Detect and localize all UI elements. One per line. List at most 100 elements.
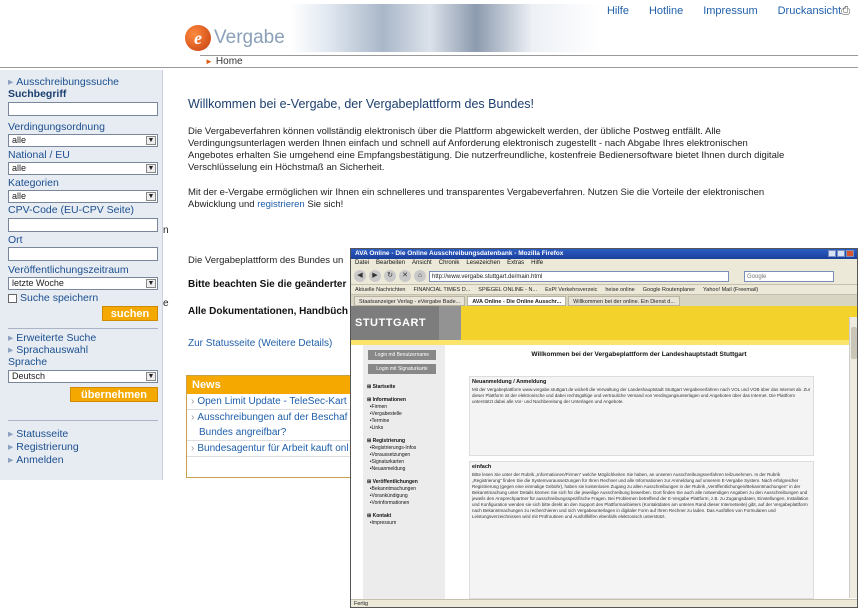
tab-staatsanzeiger[interactable]: Staatsanzeiger Verlag - eVergabe Bade... <box>354 296 466 306</box>
login-signaturkarte-button[interactable]: Login mit Signaturkarte <box>368 364 436 374</box>
link-hotline[interactable]: Hotline <box>649 5 683 18</box>
window-titlebar: AVA Online - Die Online Ausschreibungsda… <box>351 249 857 259</box>
stuttgart-nav-item[interactable]: •Vorankündigung <box>367 493 408 499</box>
stuttgart-nav-item[interactable]: •Registrierungs-Infos <box>367 445 417 451</box>
suche-speichern-checkbox[interactable]: Suche speichern <box>8 292 98 304</box>
national-select[interactable]: alle ▼ <box>8 162 158 175</box>
registrieren-link[interactable]: registrieren <box>257 199 305 210</box>
bookmark[interactable]: heise online <box>605 285 634 294</box>
statusseite-link[interactable]: Zur Statusseite (Weitere Details) <box>188 338 332 349</box>
ort-input[interactable] <box>8 247 158 261</box>
status-bar: Fertig <box>351 599 857 607</box>
menu-chronik[interactable]: Chronik <box>439 259 460 268</box>
stuttgart-nav-item[interactable]: ⊞ Informationen <box>367 397 406 403</box>
scrollbar-thumb[interactable] <box>851 327 857 359</box>
sidebar: ▸ Ausschreibungssuche Suchbegriff Verding… <box>0 70 163 480</box>
stuttgart-nav-item[interactable]: ⊞ Startseite <box>367 384 395 390</box>
breadcrumb: ► Home <box>200 55 858 67</box>
stuttgart-nav-item[interactable]: •Neuanmeldung <box>367 466 406 472</box>
triangle-right-icon: ► <box>205 57 213 66</box>
uebernehmen-button[interactable]: übernehmen <box>70 387 158 402</box>
docs-bold: Alle Dokumentationen, Handbüch <box>188 306 349 317</box>
suchen-button[interactable]: suchen <box>102 306 158 321</box>
breadcrumb-home[interactable]: ► Home <box>205 56 243 67</box>
cpv-input[interactable] <box>8 218 158 232</box>
evergabe-logo[interactable]: e Vergabe <box>185 25 285 51</box>
scrollbar[interactable] <box>849 317 857 598</box>
kategorien-select[interactable]: alle ▼ <box>8 190 158 203</box>
search-input[interactable]: Google <box>744 270 834 282</box>
zeitraum-select[interactable]: letzte Woche ▼ <box>8 277 158 290</box>
info-box-1: Neuanmeldung / Anmeldung Mit der Vergabe… <box>469 376 814 456</box>
stuttgart-nav-item[interactable]: •Signaturkarten <box>367 459 404 465</box>
close-icon[interactable] <box>846 250 854 257</box>
intro-paragraph-2: Mit der e-Vergabe ermöglichen wir Ihnen … <box>188 187 765 210</box>
suchbegriff-input[interactable] <box>8 102 158 116</box>
checkbox-icon[interactable] <box>8 293 17 303</box>
bookmark[interactable]: FINANCIAL TIMES D... <box>413 285 470 294</box>
menu-extras[interactable]: Extras <box>507 259 524 268</box>
bookmark[interactable]: SPIEGEL ONLINE - N... <box>478 285 537 294</box>
chevron-right-icon: › <box>191 412 195 423</box>
stuttgart-nav-item[interactable]: •Termine <box>367 418 390 424</box>
bullet-icon: ▸ <box>8 76 14 88</box>
stuttgart-nav-item[interactable]: •Voraussetzungen <box>367 452 410 458</box>
link-hilfe[interactable]: Hilfe <box>607 5 629 18</box>
menu-bearbeiten[interactable]: Bearbeiten <box>376 259 405 268</box>
chevron-down-icon: ▼ <box>146 192 156 201</box>
maximize-icon[interactable] <box>837 250 845 257</box>
home-icon[interactable]: ⌂ <box>414 270 426 282</box>
menu-hilfe[interactable]: Hilfe <box>531 259 543 268</box>
menu-lesezeichen[interactable]: Lesezeichen <box>466 259 500 268</box>
news-item[interactable]: › Open Limit Update - TeleSec-Kart <box>187 394 357 410</box>
notice-bold: Bitte beachten Sie die geänderter <box>188 279 347 290</box>
stuttgart-title: Willkommen bei der Vergabeplattform der … <box>531 351 747 358</box>
verdingung-select[interactable]: alle ▼ <box>8 134 158 147</box>
login-benutzername-button[interactable]: Login mit Benutzername <box>368 350 436 360</box>
chevron-down-icon: ▼ <box>146 279 156 288</box>
registrierung-link[interactable]: ▸ Registrierung <box>8 441 79 453</box>
bookmark[interactable]: Google Routenplaner <box>643 285 695 294</box>
erweiterte-suche-link[interactable]: ▸ Erweiterte Suche <box>8 332 96 344</box>
stop-icon[interactable]: ✕ <box>399 270 411 282</box>
bookmark[interactable]: ExPI Verkehrsverzeic <box>545 285 597 294</box>
verdingung-label: Verdingungsordnung <box>8 121 105 133</box>
link-druckansicht[interactable]: Druckansicht⎙ <box>778 5 850 18</box>
stuttgart-nav-item[interactable]: •Impressum <box>367 520 397 526</box>
stuttgart-nav-item[interactable]: ⊞ Registrierung <box>367 438 405 444</box>
minimize-icon[interactable] <box>828 250 836 257</box>
stuttgart-nav-item[interactable]: •Vorinformationen <box>367 500 410 506</box>
forward-icon[interactable]: ▶ <box>369 270 381 282</box>
menu-datei[interactable]: Datei <box>355 259 369 268</box>
statusseite-link[interactable]: ▸ Statusseite <box>8 428 68 440</box>
url-bar[interactable]: http://www.vergabe.stuttgart.de/main.htm… <box>429 270 729 282</box>
firefox-window: AVA Online - Die Online Ausschreibungsda… <box>350 248 858 608</box>
news-box: News › Open Limit Update - TeleSec-Kart ›… <box>186 375 358 478</box>
stuttgart-nav-item[interactable]: ⊞ Veröffentlichungen <box>367 479 418 485</box>
sprache-label: Sprache <box>8 356 48 368</box>
stuttgart-nav-item[interactable]: •Firmen <box>367 404 387 410</box>
bullet-icon: ▸ <box>8 441 14 453</box>
tab-ava-online[interactable]: AVA Online - Die Online Ausschr... <box>467 296 567 306</box>
tab-willkommen[interactable]: Willkommen bei der online. Ein Dienst d.… <box>568 296 680 306</box>
stuttgart-nav-item[interactable]: •Vergabestelle <box>367 411 402 417</box>
stuttgart-nav-item[interactable]: •Bekanntmachungen <box>367 486 416 492</box>
bookmark[interactable]: Aktuelle Nachrichten <box>355 285 405 294</box>
bookmark[interactable]: Yahoo! Mail (Freemail) <box>703 285 758 294</box>
anmelden-link[interactable]: ▸ Anmelden <box>8 454 64 466</box>
top-links: Hilfe Hotline Impressum Druckansicht⎙ <box>607 5 850 18</box>
news-item-continued[interactable]: Bundes angreifbar? <box>187 425 357 441</box>
sprache-select[interactable]: Deutsch ▼ <box>8 370 158 383</box>
stuttgart-logo[interactable]: STUTTGART <box>351 306 441 340</box>
stuttgart-nav-item[interactable]: •Links <box>367 425 383 431</box>
news-item[interactable]: › Bundesagentur für Arbeit kauft onl <box>187 441 357 457</box>
link-impressum[interactable]: Impressum <box>703 5 757 18</box>
stuttgart-nav-item[interactable]: ⊞ Kontakt <box>367 513 391 519</box>
reload-icon[interactable]: ↻ <box>384 270 396 282</box>
info-box-2-text: Bitte lesen Sie unter der Rubrik „Inform… <box>472 472 809 519</box>
back-icon[interactable]: ◀ <box>354 270 366 282</box>
news-item[interactable]: › Ausschreibungen auf der Beschaf <box>187 410 357 425</box>
menu-ansicht[interactable]: Ansicht <box>412 259 432 268</box>
cpv-label[interactable]: CPV-Code (EU-CPV Seite) <box>8 204 134 216</box>
sidebar-section-search: ▸ Ausschreibungssuche <box>8 76 120 88</box>
